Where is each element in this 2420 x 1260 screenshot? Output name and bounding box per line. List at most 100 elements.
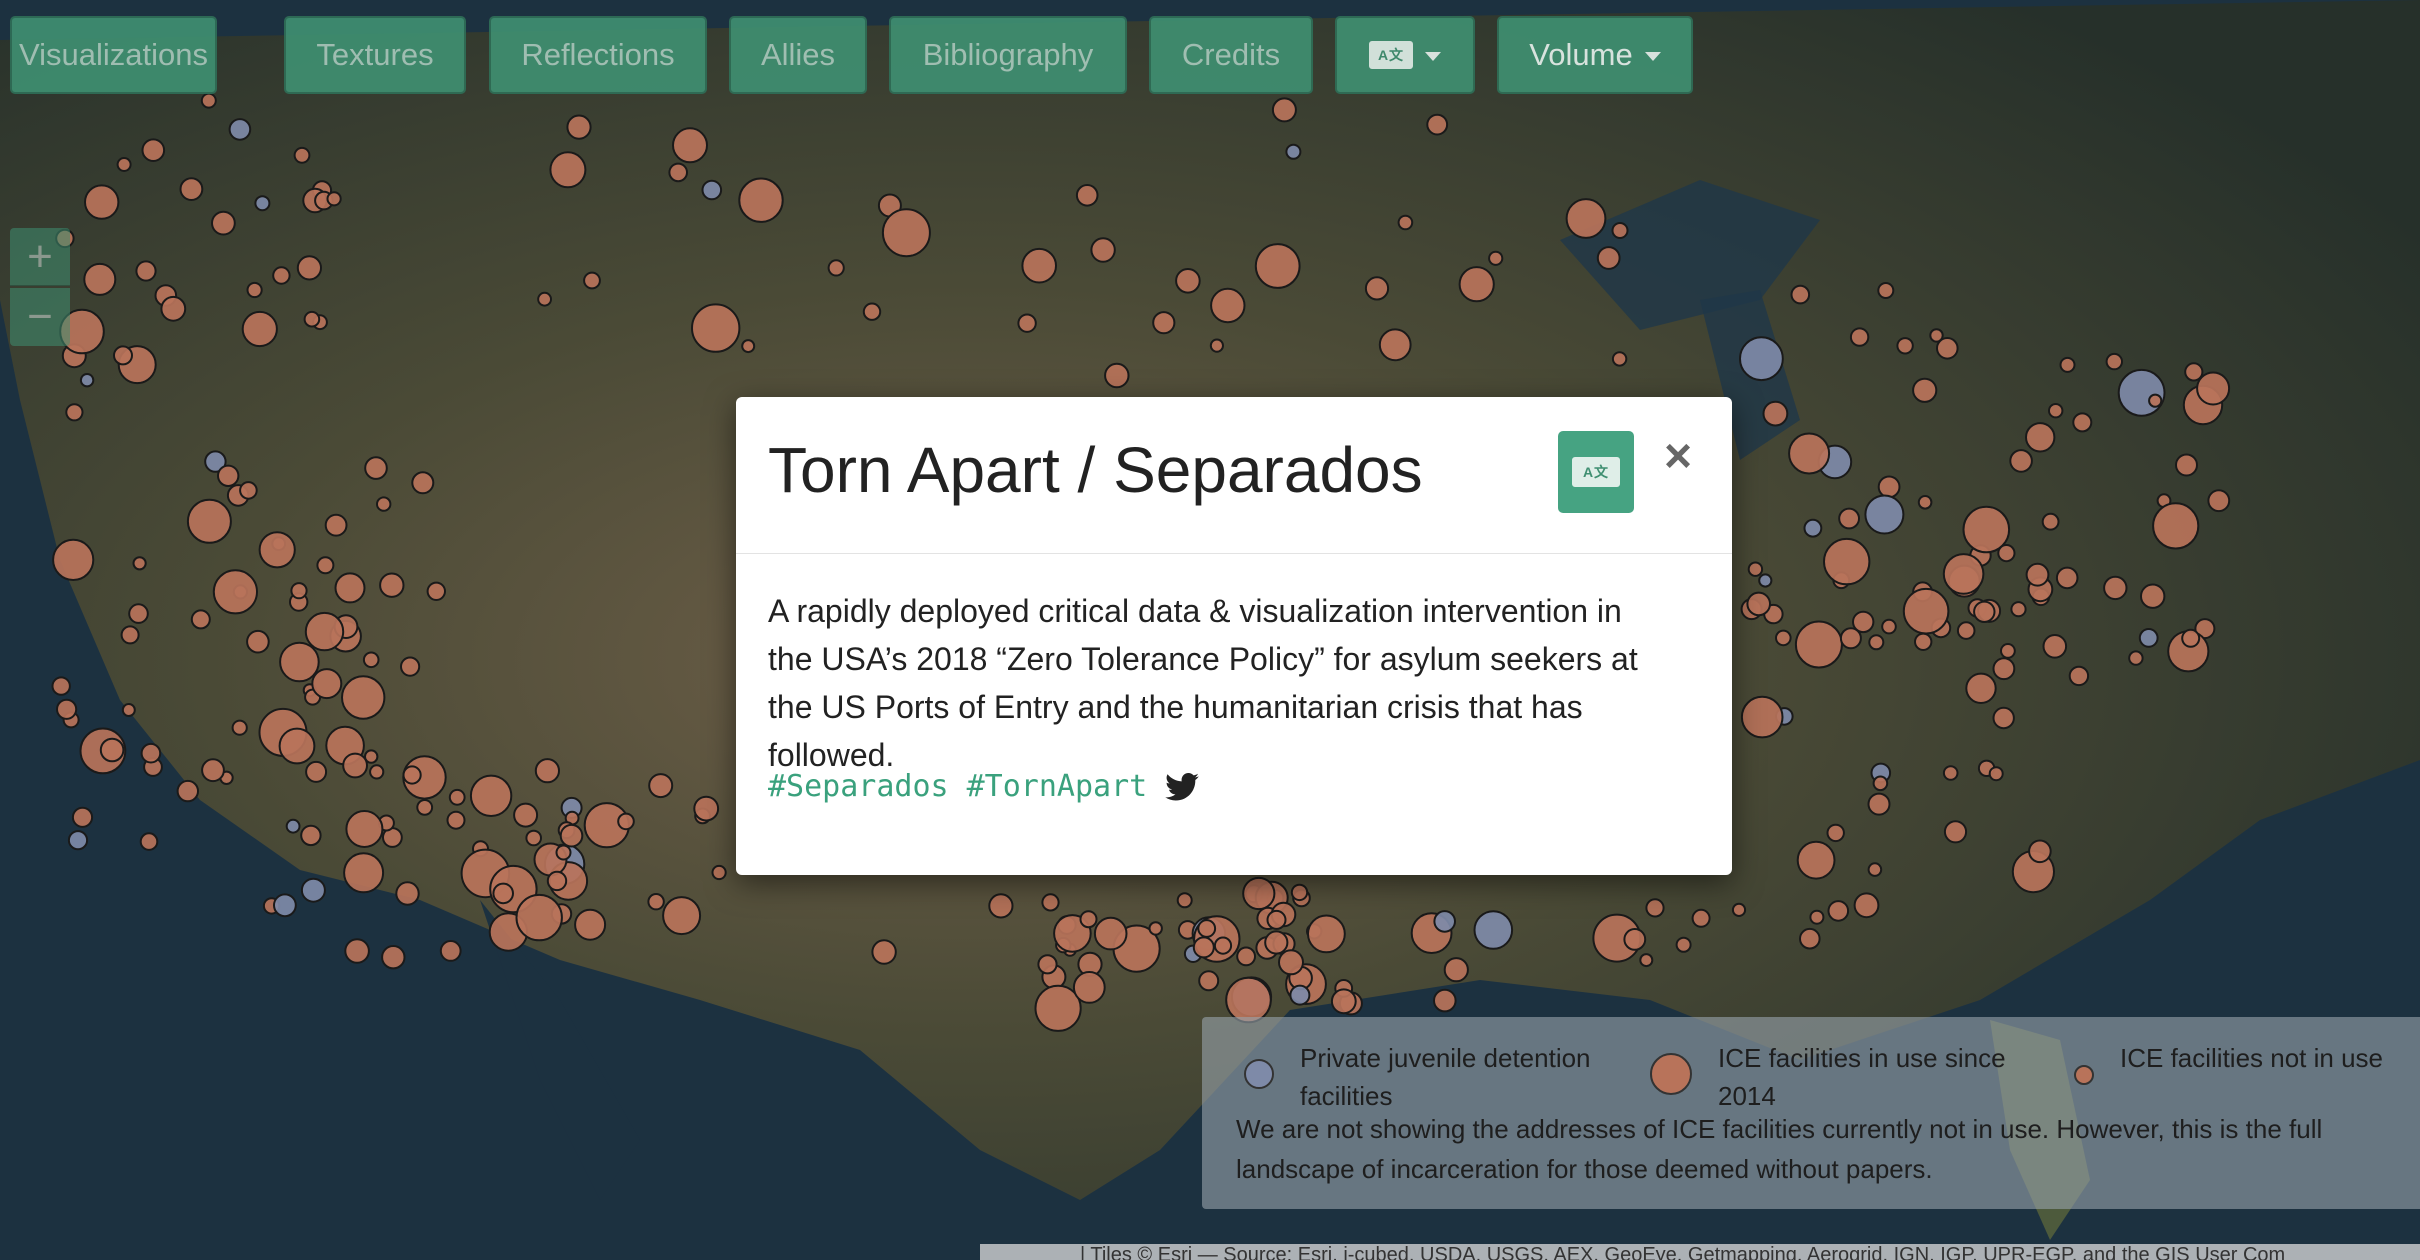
- private-facility-marker[interactable]: [1285, 143, 1302, 160]
- ice-facility-marker[interactable]: [279, 641, 320, 683]
- ice-facility-marker[interactable]: [2068, 665, 2090, 687]
- ice-facility-marker[interactable]: [1691, 908, 1711, 928]
- ice-facility-marker[interactable]: [426, 581, 446, 601]
- ice-facility-marker[interactable]: [1197, 919, 1217, 938]
- ice-facility-marker[interactable]: [662, 896, 702, 936]
- ice-facility-marker[interactable]: [56, 698, 78, 720]
- ice-facility-marker[interactable]: [1364, 276, 1390, 301]
- zoom-out-button[interactable]: −: [10, 288, 70, 346]
- ice-facility-marker[interactable]: [411, 471, 435, 495]
- ice-facility-marker[interactable]: [2000, 643, 2016, 659]
- ice-facility-marker[interactable]: [1826, 823, 1845, 843]
- ice-facility-marker[interactable]: [1290, 883, 1309, 902]
- ice-facility-marker[interactable]: [1148, 921, 1163, 936]
- private-facility-marker[interactable]: [285, 818, 301, 834]
- ice-facility-marker[interactable]: [1198, 970, 1220, 992]
- ice-facility-marker[interactable]: [1623, 928, 1647, 951]
- twitter-icon[interactable]: [1165, 772, 1200, 801]
- ice-facility-marker[interactable]: [316, 556, 335, 575]
- ice-facility-marker[interactable]: [1017, 313, 1037, 333]
- ice-facility-marker[interactable]: [1278, 949, 1304, 976]
- ice-facility-marker[interactable]: [1426, 113, 1449, 136]
- ice-facility-marker[interactable]: [1041, 893, 1060, 912]
- nav-visualizations[interactable]: Visualizations: [10, 16, 217, 94]
- ice-facility-marker[interactable]: [2025, 422, 2056, 453]
- ice-facility-marker[interactable]: [186, 498, 232, 544]
- ice-facility-marker[interactable]: [1942, 765, 1959, 781]
- ice-facility-marker[interactable]: [525, 829, 543, 847]
- ice-facility-marker[interactable]: [1849, 327, 1870, 347]
- ice-facility-marker[interactable]: [1079, 910, 1098, 929]
- private-facility-marker[interactable]: [67, 830, 89, 851]
- ice-facility-marker[interactable]: [1796, 840, 1836, 880]
- ice-facility-marker[interactable]: [549, 151, 587, 189]
- ice-facility-marker[interactable]: [1266, 909, 1287, 930]
- ice-facility-marker[interactable]: [416, 799, 434, 816]
- zoom-in-button[interactable]: +: [10, 228, 70, 286]
- ice-facility-marker[interactable]: [1965, 672, 1997, 704]
- ice-facility-marker[interactable]: [1611, 222, 1629, 239]
- ice-facility-marker[interactable]: [1914, 632, 1933, 651]
- ice-facility-marker[interactable]: [239, 481, 258, 500]
- private-facility-marker[interactable]: [273, 893, 297, 918]
- ice-facility-marker[interactable]: [311, 668, 343, 700]
- ice-facility-marker[interactable]: [1152, 311, 1176, 335]
- ice-facility-marker[interactable]: [343, 852, 385, 894]
- ice-facility-marker[interactable]: [121, 703, 136, 717]
- ice-facility-marker[interactable]: [1881, 618, 1897, 635]
- ice-facility-marker[interactable]: [469, 774, 513, 817]
- ice-facility-marker[interactable]: [2028, 839, 2052, 864]
- ice-facility-marker[interactable]: [862, 302, 882, 321]
- ice-facility-marker[interactable]: [99, 737, 125, 763]
- ice-facility-marker[interactable]: [113, 345, 133, 366]
- ice-facility-marker[interactable]: [258, 531, 296, 569]
- private-facility-marker[interactable]: [1803, 518, 1823, 538]
- hashtag-link[interactable]: #Separados: [768, 769, 949, 804]
- ice-facility-marker[interactable]: [2072, 412, 2093, 433]
- ice-facility-marker[interactable]: [1788, 432, 1831, 475]
- ice-facility-marker[interactable]: [1988, 766, 2004, 782]
- ice-facility-marker[interactable]: [668, 162, 689, 183]
- ice-facility-marker[interactable]: [513, 802, 539, 828]
- ice-facility-marker[interactable]: [1242, 876, 1276, 911]
- ice-facility-marker[interactable]: [534, 758, 561, 784]
- ice-facility-marker[interactable]: [693, 795, 720, 822]
- ice-facility-marker[interactable]: [1264, 930, 1289, 955]
- private-facility-marker[interactable]: [701, 179, 723, 201]
- language-dropdown[interactable]: A文: [1335, 16, 1475, 94]
- ice-facility-marker[interactable]: [738, 177, 784, 223]
- ice-facility-marker[interactable]: [1790, 284, 1811, 305]
- ice-facility-marker[interactable]: [2181, 628, 2201, 648]
- ice-facility-marker[interactable]: [1799, 927, 1821, 950]
- ice-facility-marker[interactable]: [1746, 591, 1771, 617]
- ice-facility-marker[interactable]: [741, 339, 756, 354]
- nav-allies[interactable]: Allies: [729, 16, 867, 94]
- volume-dropdown[interactable]: Volume: [1497, 16, 1693, 94]
- private-facility-marker[interactable]: [1289, 984, 1311, 1006]
- ice-facility-marker[interactable]: [2140, 583, 2166, 609]
- ice-facility-marker[interactable]: [1794, 620, 1843, 669]
- ice-facility-marker[interactable]: [647, 893, 665, 911]
- ice-facility-marker[interactable]: [1747, 561, 1764, 577]
- private-facility-marker[interactable]: [300, 877, 326, 903]
- ice-facility-marker[interactable]: [2055, 566, 2079, 590]
- ice-facility-marker[interactable]: [376, 496, 392, 512]
- ice-facility-marker[interactable]: [1210, 287, 1246, 324]
- ice-facility-marker[interactable]: [1740, 695, 1784, 739]
- ice-facility-marker[interactable]: [2048, 403, 2064, 419]
- private-facility-marker[interactable]: [1473, 910, 1514, 950]
- ice-facility-marker[interactable]: [1565, 198, 1607, 239]
- ice-facility-marker[interactable]: [83, 262, 117, 296]
- nav-credits[interactable]: Credits: [1149, 16, 1313, 94]
- ice-facility-marker[interactable]: [141, 138, 166, 162]
- ice-facility-marker[interactable]: [379, 572, 405, 598]
- ice-facility-marker[interactable]: [1877, 475, 1901, 499]
- ice-facility-marker[interactable]: [364, 749, 379, 764]
- ice-facility-marker[interactable]: [1872, 775, 1889, 792]
- ice-facility-marker[interactable]: [2184, 362, 2204, 382]
- ice-facility-marker[interactable]: [179, 177, 204, 202]
- ice-facility-marker[interactable]: [305, 760, 328, 783]
- ice-facility-marker[interactable]: [296, 255, 322, 281]
- ice-facility-marker[interactable]: [1639, 953, 1654, 968]
- ice-facility-marker[interactable]: [1307, 914, 1346, 954]
